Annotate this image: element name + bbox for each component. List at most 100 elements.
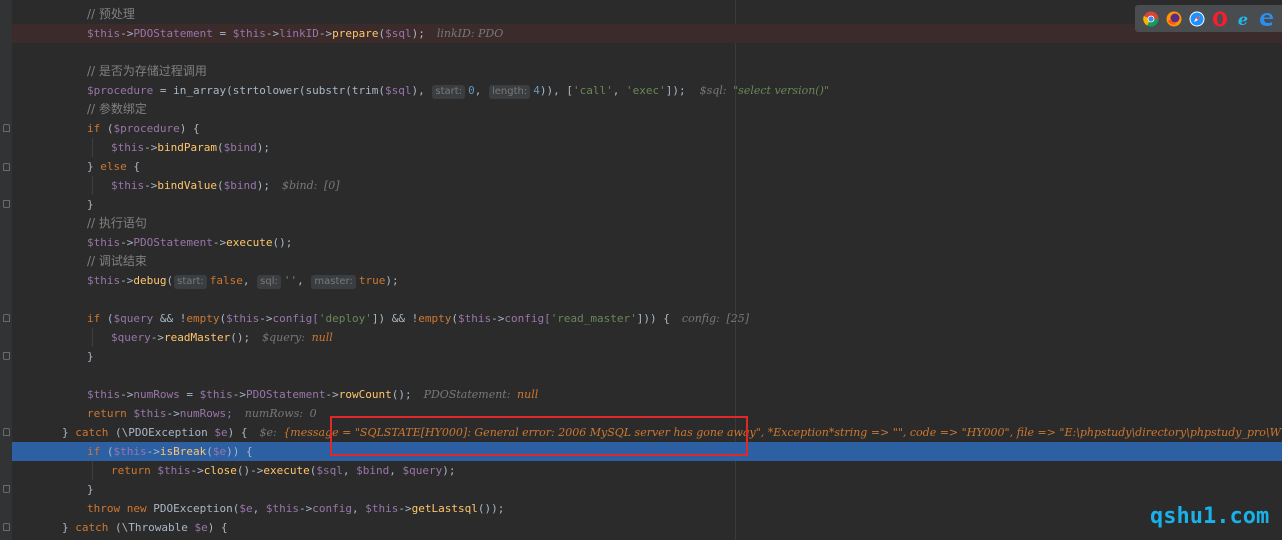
code-line[interactable]: // 预处理: [12, 5, 1282, 24]
keyword: throw: [87, 502, 121, 515]
inline-debug-key: PDOStatement:: [423, 388, 511, 401]
paren: );: [385, 274, 399, 287]
variable: $e: [212, 445, 227, 458]
fold-marker[interactable]: [3, 485, 10, 493]
code-line[interactable]: } catch (\PDOException $e) {$e: {message…: [12, 423, 1282, 442]
inline-debug-value: null: [517, 388, 539, 401]
operator: ->: [398, 502, 412, 515]
code-line[interactable]: } catch (\Throwable $e) {: [12, 518, 1282, 537]
opera-icon[interactable]: [1212, 11, 1228, 27]
this-var: $this: [87, 388, 121, 401]
property: numRows;: [179, 407, 233, 420]
paren: );: [442, 464, 456, 477]
fold-marker[interactable]: [3, 200, 10, 208]
code-line[interactable]: return $this->close()->execute($sql, $bi…: [12, 461, 1282, 480]
paren: (: [100, 445, 114, 458]
method-call: execute: [226, 236, 273, 249]
fold-marker[interactable]: [3, 523, 10, 531]
paren: )) {: [226, 445, 253, 458]
edge-icon[interactable]: [1258, 11, 1274, 27]
property: config[: [272, 312, 319, 325]
keyword: empty: [186, 312, 220, 325]
fold-marker[interactable]: [3, 124, 10, 132]
exception-type: (\PDOException: [108, 426, 215, 439]
argument: $sql: [316, 464, 343, 477]
property: PDOStatement: [133, 236, 213, 249]
operator: =: [212, 27, 233, 40]
code-line[interactable]: // 执行语句: [12, 214, 1282, 233]
paren: (: [206, 445, 213, 458]
property: config[: [504, 312, 551, 325]
code-line[interactable]: return $this->numRows; numRows: 0: [12, 404, 1282, 423]
code-line[interactable]: throw new PDOException($e, $this->config…: [12, 499, 1282, 518]
variable: $procedure: [113, 122, 180, 135]
code-line-breakpoint[interactable]: $this->PDOStatement = $this->linkID->pre…: [12, 24, 1282, 43]
this-var: $this: [365, 502, 399, 515]
firefox-icon[interactable]: [1166, 11, 1182, 27]
operator: ->: [120, 236, 134, 249]
safari-icon[interactable]: [1189, 11, 1205, 27]
code-line[interactable]: $this->debug(start: false, sql: '', master…: [12, 271, 1282, 290]
paren: ();: [391, 388, 412, 401]
code-line[interactable]: // 调试结束: [12, 252, 1282, 271]
code-line[interactable]: $this->bindParam($bind);: [12, 138, 1282, 157]
this-var: $this: [111, 141, 145, 154]
exception-type: (\Throwable: [108, 521, 195, 534]
this-var: $this: [199, 388, 233, 401]
comment: // 执行语句: [87, 216, 147, 230]
code-line[interactable]: }: [12, 480, 1282, 499]
code-line[interactable]: $this->bindValue($bind); $bind: [0]: [12, 176, 1282, 195]
code-line-current-execution[interactable]: if ($this->isBreak($e)) {: [12, 442, 1282, 461]
paren: ());: [477, 502, 505, 515]
code-line[interactable]: // 是否为存储过程调用: [12, 62, 1282, 81]
fold-marker[interactable]: [3, 352, 10, 360]
paren: );: [411, 27, 425, 40]
fold-marker[interactable]: [3, 428, 10, 436]
operator: ->: [232, 388, 246, 401]
method-call: bindParam: [157, 141, 217, 154]
argument: $query: [402, 464, 443, 477]
inline-debug-key: config:: [681, 312, 720, 325]
operator: ->: [144, 141, 158, 154]
keyword: if: [87, 122, 101, 135]
method-call: rowCount: [338, 388, 392, 401]
this-var: $this: [133, 407, 167, 420]
method-call: execute: [263, 464, 310, 477]
operator: ->: [120, 388, 134, 401]
brace: }: [87, 160, 101, 173]
code-line[interactable]: if ($query && !empty($this->config['depl…: [12, 309, 1282, 328]
fold-marker[interactable]: [3, 314, 10, 322]
code-line[interactable]: if ($procedure) {: [12, 119, 1282, 138]
svg-text:e: e: [1238, 11, 1248, 27]
code-line[interactable]: $this->numRows = $this->PDOStatement->ro…: [12, 385, 1282, 404]
this-var: $this: [113, 445, 147, 458]
browser-preview-toolbar: e: [1135, 5, 1282, 32]
punct: ,: [389, 464, 403, 477]
fold-marker[interactable]: [3, 163, 10, 171]
paren: (: [451, 312, 458, 325]
operator: ->: [144, 179, 158, 192]
code-line[interactable]: // 参数绑定: [12, 100, 1282, 119]
code-line[interactable]: $procedure = in_array(strtolower(substr(…: [12, 81, 1282, 100]
keyword: if: [87, 312, 101, 325]
punct: ,: [252, 502, 266, 515]
ie-icon[interactable]: e: [1235, 11, 1251, 27]
param-hint: start:: [174, 275, 207, 289]
keyword: catch: [75, 426, 109, 439]
code-line[interactable]: }: [12, 347, 1282, 366]
code-line[interactable]: } else {: [12, 157, 1282, 176]
method-call: getLastsql: [411, 502, 478, 515]
editor-gutter[interactable]: [0, 0, 12, 540]
inline-debug-value: 0: [309, 407, 317, 420]
chrome-icon[interactable]: [1143, 11, 1159, 27]
inline-debug-key: $sql:: [699, 84, 727, 97]
brace: }: [87, 198, 94, 211]
code-line[interactable]: $query->readMaster(); $query: null: [12, 328, 1282, 347]
this-var: $this: [157, 464, 191, 477]
inline-debug-key: $query:: [262, 331, 305, 344]
code-line[interactable]: $this->PDOStatement->execute();: [12, 233, 1282, 252]
argument: $bind: [223, 141, 257, 154]
code-line[interactable]: }: [12, 195, 1282, 214]
variable: $query: [111, 331, 151, 344]
operator: && !: [153, 312, 187, 325]
